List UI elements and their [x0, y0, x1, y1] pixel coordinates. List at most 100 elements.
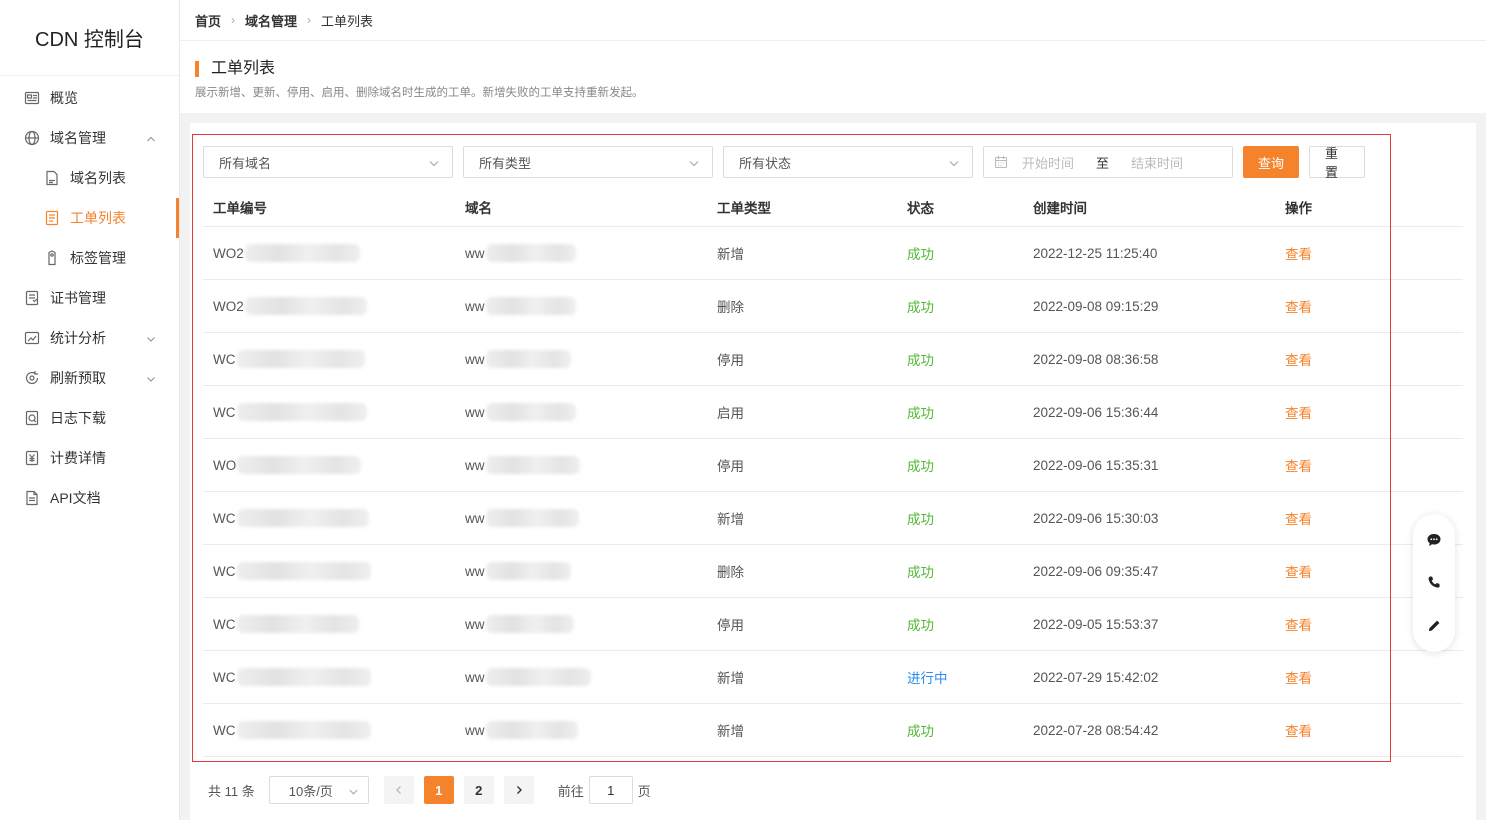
column-header-ticket-type: 工单类型: [717, 200, 771, 216]
sidebar-item-label: 标签管理: [70, 250, 126, 266]
breadcrumb-section[interactable]: 域名管理: [245, 11, 297, 30]
date-range-picker[interactable]: 开始时间 至 结束时间: [983, 146, 1233, 178]
ticket-id: WC: [213, 510, 236, 526]
sidebar-item-refresh-prefetch[interactable]: 刷新预取: [0, 358, 179, 398]
redacted-mask: [485, 562, 571, 580]
page-size-value: 10条/页: [288, 783, 333, 799]
redacted-mask: [236, 721, 371, 739]
table-row: WC ww 新增 成功 2022-09-06 15:30:03 查看: [203, 492, 1463, 545]
redacted-mask: [485, 615, 574, 633]
reset-button[interactable]: 重置: [1309, 146, 1365, 180]
ticket-id: WC: [213, 404, 236, 420]
page-button-2[interactable]: 2: [463, 776, 494, 804]
ticket-id: WC: [213, 351, 236, 367]
log-icon: [24, 410, 40, 426]
sidebar-item-overview[interactable]: 概览: [0, 78, 179, 118]
ticket-type: 新增: [717, 512, 744, 527]
ticket-type: 删除: [717, 565, 744, 580]
status-badge: 成功: [907, 565, 934, 580]
column-header-domain: 域名: [465, 200, 492, 216]
redacted-mask: [485, 721, 578, 739]
sidebar-item-api-docs[interactable]: API文档: [0, 478, 179, 518]
view-link[interactable]: 查看: [1285, 300, 1312, 315]
sidebar-item-domain-list[interactable]: 域名列表: [0, 158, 179, 198]
edit-button[interactable]: [1425, 617, 1443, 635]
chat-button[interactable]: [1425, 531, 1443, 549]
view-link[interactable]: 查看: [1285, 353, 1312, 368]
view-link[interactable]: 查看: [1285, 247, 1312, 262]
ticket-id: WO2: [213, 298, 244, 314]
sidebar-item-log-download[interactable]: 日志下载: [0, 398, 179, 438]
pencil-icon: [1428, 620, 1440, 632]
chart-icon: [24, 330, 40, 346]
sidebar: CDN 控制台 概览 域名管理 域名列表 工单列表 标签管理 证书管理 统计分析…: [0, 0, 180, 820]
prev-page-button[interactable]: [383, 776, 414, 804]
redacted-mask: [244, 297, 367, 315]
domain-name: ww: [465, 351, 485, 367]
sidebar-item-label: 日志下载: [50, 410, 106, 426]
status-badge: 成功: [907, 300, 934, 315]
page-description: 展示新增、更新、停用、启用、删除域名时生成的工单。新增失败的工单支持重新发起。: [195, 87, 644, 99]
phone-button[interactable]: [1425, 574, 1443, 592]
chevron-down-icon: [688, 157, 700, 169]
status-filter-value: 所有状态: [739, 155, 792, 171]
status-filter-select[interactable]: 所有状态: [723, 146, 973, 178]
table-header: 工单编号 域名 工单类型 状态 创建时间 操作: [203, 187, 1463, 227]
goto-page-input[interactable]: 1: [588, 776, 633, 804]
sidebar-item-certificate[interactable]: 证书管理: [0, 278, 179, 318]
sidebar-item-label: 域名列表: [70, 170, 126, 186]
sidebar-item-tag-management[interactable]: 标签管理: [0, 238, 179, 278]
created-time: 2022-09-06 15:35:31: [1033, 457, 1159, 473]
query-button[interactable]: 查询: [1243, 146, 1299, 178]
domain-name: ww: [465, 245, 485, 261]
sidebar-nav: 概览 域名管理 域名列表 工单列表 标签管理 证书管理 统计分析 刷新预取 日志…: [0, 76, 179, 518]
view-link[interactable]: 查看: [1285, 724, 1312, 739]
table-row: WO2 ww 删除 成功 2022-09-08 09:15:29 查看: [203, 280, 1463, 333]
page-button-1[interactable]: 1: [423, 776, 454, 804]
certificate-icon: [24, 290, 40, 306]
sidebar-item-billing[interactable]: 计费详情: [0, 438, 179, 478]
redacted-mask: [485, 668, 591, 686]
chevron-right-icon: ›: [231, 13, 236, 27]
ticket-type: 停用: [717, 353, 744, 368]
page-size-select[interactable]: 10条/页: [268, 776, 369, 804]
ticket-list-icon: [44, 210, 60, 226]
column-header-ticket-id: 工单编号: [213, 200, 267, 216]
view-link[interactable]: 查看: [1285, 459, 1312, 474]
brand-title: CDN 控制台: [0, 0, 179, 76]
ticket-id: WC: [213, 722, 236, 738]
page-header: 工单列表 展示新增、更新、停用、启用、删除域名时生成的工单。新增失败的工单支持重…: [180, 41, 1486, 113]
table-row: WC ww 停用 成功 2022-09-08 08:36:58 查看: [203, 333, 1463, 386]
view-link[interactable]: 查看: [1285, 512, 1312, 527]
ticket-list-card: 所有域名 所有类型 所有状态 开始时间 至 结束时间 查询 重置 工单编号 域名…: [190, 123, 1476, 820]
breadcrumb-current: 工单列表: [321, 13, 374, 29]
sidebar-item-ticket-list[interactable]: 工单列表: [0, 198, 179, 238]
ticket-id: WC: [213, 669, 236, 685]
domain-filter-select[interactable]: 所有域名: [203, 146, 453, 178]
sidebar-item-statistics[interactable]: 统计分析: [0, 318, 179, 358]
end-time-input[interactable]: 结束时间: [1131, 153, 1183, 172]
start-time-input[interactable]: 开始时间: [1022, 153, 1074, 172]
column-header-actions: 操作: [1285, 200, 1312, 216]
ticket-id: WC: [213, 616, 236, 632]
created-time: 2022-07-29 15:42:02: [1033, 669, 1159, 685]
ticket-type: 新增: [717, 724, 744, 739]
created-time: 2022-09-05 15:53:37: [1033, 616, 1159, 632]
refresh-icon: [24, 370, 40, 386]
ticket-id: WO2: [213, 245, 244, 261]
view-link[interactable]: 查看: [1285, 618, 1312, 633]
redacted-mask: [485, 456, 580, 474]
total-count: 共 11 条: [208, 783, 255, 799]
next-page-button[interactable]: [503, 776, 534, 804]
tag-icon: [44, 250, 60, 266]
view-link[interactable]: 查看: [1285, 565, 1312, 580]
ticket-type: 停用: [717, 459, 744, 474]
sidebar-item-label: 统计分析: [50, 330, 106, 346]
breadcrumb-home[interactable]: 首页: [195, 11, 221, 30]
sidebar-item-domain-management[interactable]: 域名管理: [0, 118, 179, 158]
page-jumper: 前往 1 页: [558, 776, 651, 804]
type-filter-select[interactable]: 所有类型: [463, 146, 713, 178]
view-link[interactable]: 查看: [1285, 671, 1312, 686]
view-link[interactable]: 查看: [1285, 406, 1312, 421]
table-row: WC ww 启用 成功 2022-09-06 15:36:44 查看: [203, 386, 1463, 439]
